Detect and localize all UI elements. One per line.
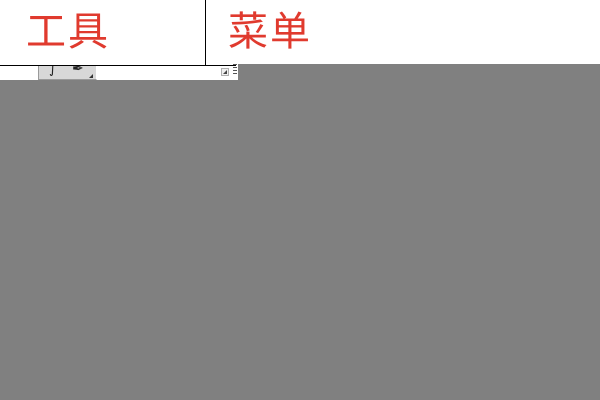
tools-label: 工具 [26, 9, 110, 55]
toolbar-strip [0, 66, 238, 80]
resize-corner-icon[interactable] [221, 68, 229, 76]
workspace-top [238, 64, 600, 80]
screenshot-stage: 工具 菜单 ∫ ✒ [0, 0, 600, 400]
header-divider [205, 0, 206, 66]
pen-icon[interactable]: ✒ [72, 66, 84, 76]
menu-label: 菜单 [228, 9, 312, 55]
tool-flyout-corner-icon [89, 74, 93, 78]
tool-button[interactable]: ∫ ✒ [38, 66, 97, 80]
toolbar-grip-icon[interactable] [233, 64, 237, 76]
workspace-canvas [0, 80, 600, 400]
brush-icon[interactable]: ∫ [49, 66, 56, 76]
